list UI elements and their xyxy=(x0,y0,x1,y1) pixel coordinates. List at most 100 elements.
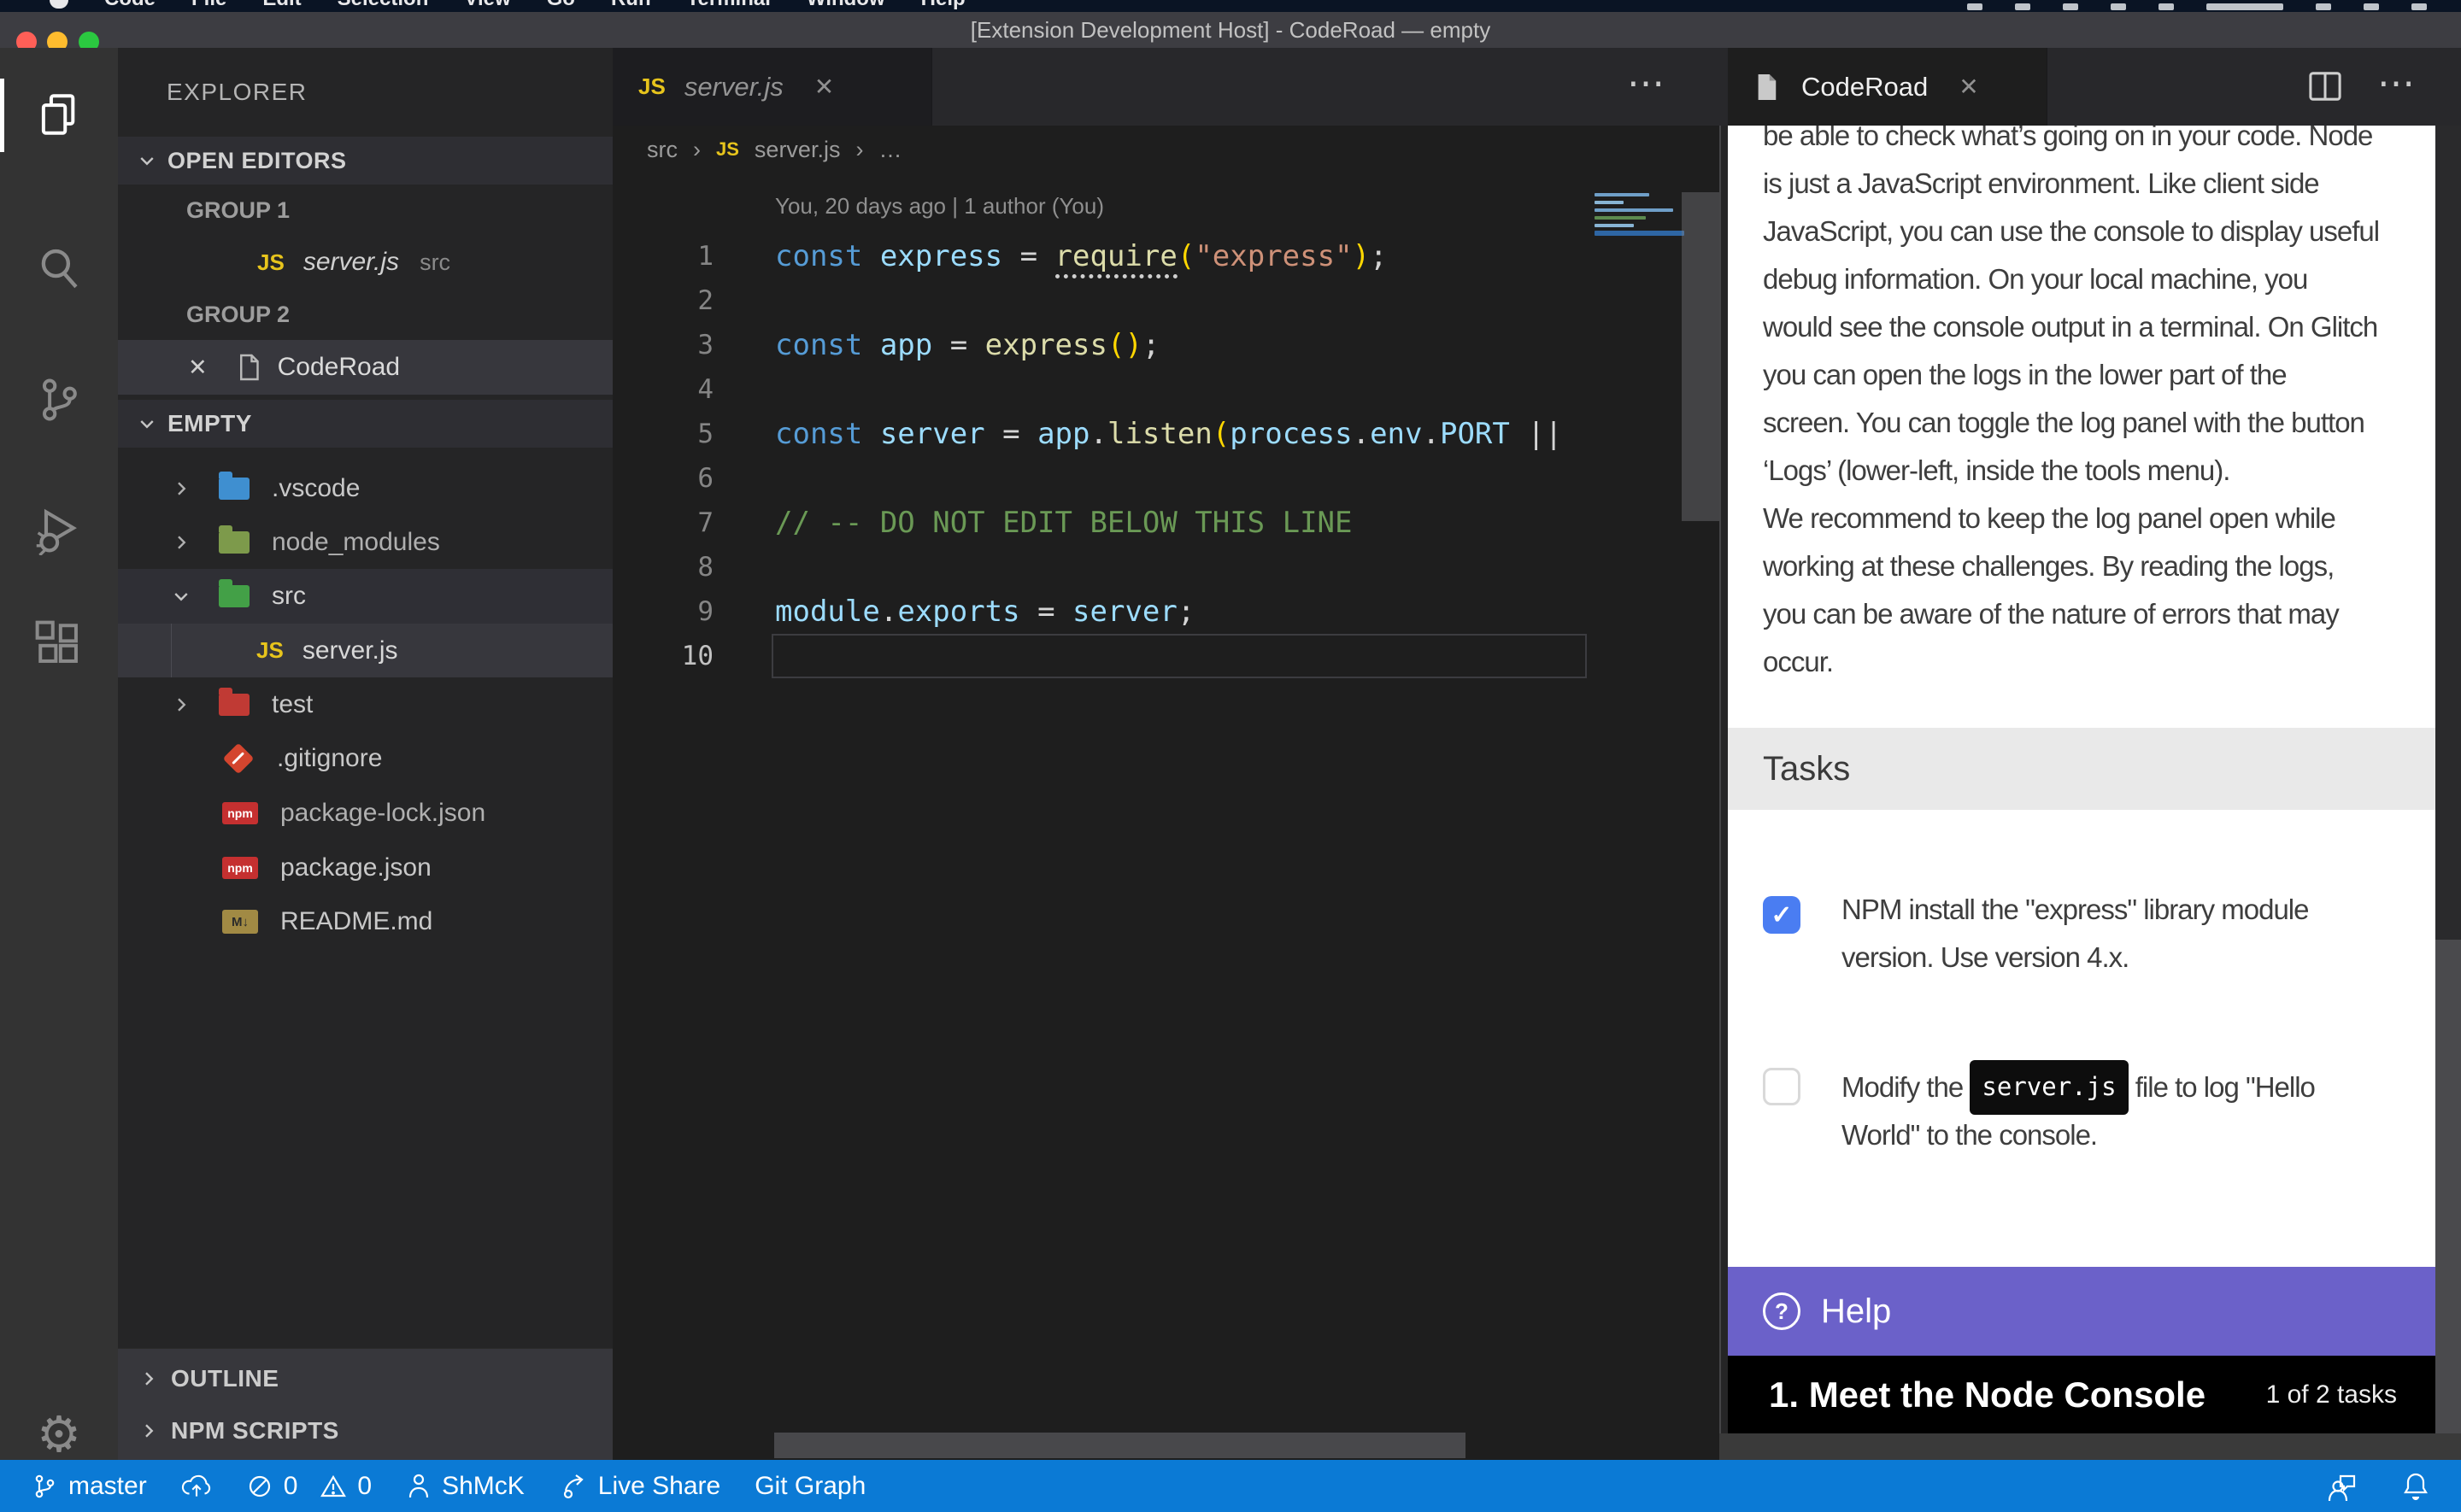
macos-menu-bar: Code File Edit Selection View Go Run Ter… xyxy=(0,0,2461,12)
code-line[interactable]: 8 xyxy=(613,545,1719,589)
live-share-status[interactable]: Live Share xyxy=(559,1472,720,1501)
breadcrumb-symbol[interactable]: … xyxy=(878,137,902,163)
help-question-icon: ? xyxy=(1763,1292,1800,1330)
menu-item[interactable]: View xyxy=(464,0,510,11)
js-file-icon: JS xyxy=(256,637,284,664)
tree-item-vscode[interactable]: .vscode xyxy=(118,461,613,515)
tree-item-package-json[interactable]: npm package.json xyxy=(118,841,613,894)
task-checkbox-checked[interactable]: ✓ xyxy=(1763,896,1800,934)
help-section-header[interactable]: ? Help xyxy=(1728,1267,2435,1356)
editor-group: JS server.js ✕ ⋯ src › JS server.js › … … xyxy=(613,48,1719,1460)
close-tab-icon[interactable]: ✕ xyxy=(814,73,834,101)
tree-item-readme[interactable]: M↓ README.md xyxy=(118,894,613,949)
menu-item[interactable]: Terminal xyxy=(687,0,771,11)
close-editor-icon[interactable]: ✕ xyxy=(188,355,208,381)
lesson-title-bar[interactable]: 1. Meet the Node Console 1 of 2 tasks xyxy=(1728,1356,2435,1433)
cloud-upload-icon xyxy=(181,1472,212,1501)
code-area[interactable]: 1const express = require("express"); 2 3… xyxy=(613,234,1719,678)
feedback-icon[interactable] xyxy=(2326,1469,2360,1503)
problems-status[interactable]: 0 0 xyxy=(246,1472,372,1501)
webview-scrollbar-thumb[interactable] xyxy=(2435,940,2461,1433)
run-debug-icon[interactable] xyxy=(0,490,118,569)
code-line[interactable]: 9module.exports = server; xyxy=(613,589,1719,634)
workspace-label: EMPTY xyxy=(167,410,252,437)
tree-item-node-modules[interactable]: node_modules xyxy=(118,515,613,569)
node-modules-folder-icon xyxy=(219,531,250,554)
editor-vertical-scrollbar[interactable] xyxy=(1682,192,1719,521)
menu-item[interactable]: Selection xyxy=(338,0,429,11)
panel-divider[interactable] xyxy=(1719,48,1721,1460)
open-editor-item-serverjs[interactable]: JS server.js src xyxy=(118,236,613,289)
open-editors-section-header[interactable]: OPEN EDITORS xyxy=(118,137,613,185)
task-1-text: NPM install the "express" library module… xyxy=(1841,886,2308,982)
editor-actions-more-icon[interactable]: ⋯ xyxy=(1627,62,1666,105)
js-file-icon: JS xyxy=(257,249,285,276)
test-folder-icon xyxy=(219,694,250,716)
menu-item[interactable]: Run xyxy=(611,0,651,11)
split-editor-icon[interactable] xyxy=(2307,70,2343,103)
notifications-bell-icon[interactable] xyxy=(2399,1469,2432,1503)
code-line[interactable]: 1const express = require("express"); xyxy=(613,234,1719,278)
menu-item[interactable]: File xyxy=(191,0,226,11)
breadcrumb-separator-icon: › xyxy=(855,137,863,163)
tab-serverjs[interactable]: JS server.js ✕ xyxy=(613,48,932,126)
git-graph-status[interactable]: Git Graph xyxy=(755,1472,866,1501)
panel-actions-more-icon[interactable]: ⋯ xyxy=(2377,62,2417,105)
markdown-icon: M↓ xyxy=(222,910,258,934)
menu-item[interactable]: Go xyxy=(547,0,575,11)
code-line[interactable]: 5const server = app.listen(process.env.P… xyxy=(613,412,1719,456)
breadcrumb[interactable]: src › JS server.js › … xyxy=(647,126,902,173)
npm-scripts-section-header[interactable]: NPM SCRIPTS xyxy=(118,1406,613,1456)
user-account-status[interactable]: ShMcK xyxy=(406,1472,525,1501)
code-line[interactable]: 3const app = express(); xyxy=(613,323,1719,367)
code-line[interactable]: 2 xyxy=(613,278,1719,323)
sync-status[interactable] xyxy=(181,1472,212,1501)
tree-item-gitignore[interactable]: .gitignore xyxy=(118,731,613,786)
codelens-annotation[interactable]: You, 20 days ago | 1 author (You) xyxy=(775,193,1104,220)
explorer-icon[interactable] xyxy=(0,75,118,154)
close-tab-icon[interactable]: ✕ xyxy=(1959,73,1978,101)
breadcrumb-file[interactable]: server.js xyxy=(755,137,841,163)
tree-item-test[interactable]: test xyxy=(118,677,613,731)
code-line[interactable]: 4 xyxy=(613,367,1719,412)
git-branch-status[interactable]: master xyxy=(31,1472,147,1501)
menu-item[interactable]: Code xyxy=(104,0,156,11)
webview-file-icon xyxy=(1753,72,1779,103)
open-editor-item-coderoad[interactable]: ✕ CodeRoad xyxy=(118,340,613,395)
breadcrumb-folder[interactable]: src xyxy=(647,137,678,163)
code-line[interactable]: 6 xyxy=(613,456,1719,501)
panel-tab-bar: CodeRoad ✕ ⋯ xyxy=(1719,48,2461,126)
tree-item-serverjs[interactable]: JS server.js xyxy=(118,624,613,677)
apple-menu-icon[interactable] xyxy=(50,0,68,9)
section-label: OPEN EDITORS xyxy=(167,148,347,174)
menu-item[interactable]: Edit xyxy=(262,0,301,11)
editor-horizontal-scrollbar[interactable] xyxy=(774,1433,1465,1458)
outline-section-header[interactable]: OUTLINE xyxy=(118,1354,613,1404)
menu-item[interactable]: Window xyxy=(807,0,885,11)
tree-item-package-lock[interactable]: npm package-lock.json xyxy=(118,786,613,841)
minimap[interactable] xyxy=(1595,190,1684,343)
open-editor-name: CodeRoad xyxy=(278,353,400,382)
source-control-icon[interactable] xyxy=(0,360,118,439)
open-editor-path: src xyxy=(420,249,450,276)
panel-bottom-strip xyxy=(1719,1433,2461,1460)
code-line[interactable]: 7// -- DO NOT EDIT BELOW THIS LINE xyxy=(613,501,1719,545)
tree-item-src[interactable]: src xyxy=(118,569,613,624)
person-icon xyxy=(406,1472,432,1501)
breadcrumb-separator-icon: › xyxy=(693,137,701,163)
code-line[interactable]: 10 xyxy=(613,634,1719,678)
extensions-icon[interactable] xyxy=(0,605,118,683)
window-title: [Extension Development Host] - CodeRoad … xyxy=(0,12,2461,48)
webview-scrollbar[interactable] xyxy=(2435,126,2461,1433)
search-icon[interactable] xyxy=(0,229,118,308)
editor-group-2-label[interactable]: GROUP 2 xyxy=(118,289,613,340)
editor-group-1-label[interactable]: GROUP 1 xyxy=(118,185,613,236)
menu-item[interactable]: Help xyxy=(921,0,966,11)
workspace-section-header[interactable]: EMPTY xyxy=(118,400,613,448)
coderoad-content: be able to check what’s going on in your… xyxy=(1728,126,2435,1433)
sidebar-title: EXPLORER xyxy=(167,79,308,106)
git-icon xyxy=(223,743,255,775)
status-bar: master 0 0 ShMcK xyxy=(0,1460,2461,1512)
tab-coderoad[interactable]: CodeRoad ✕ xyxy=(1728,48,2047,126)
task-checkbox-unchecked[interactable] xyxy=(1763,1068,1800,1105)
